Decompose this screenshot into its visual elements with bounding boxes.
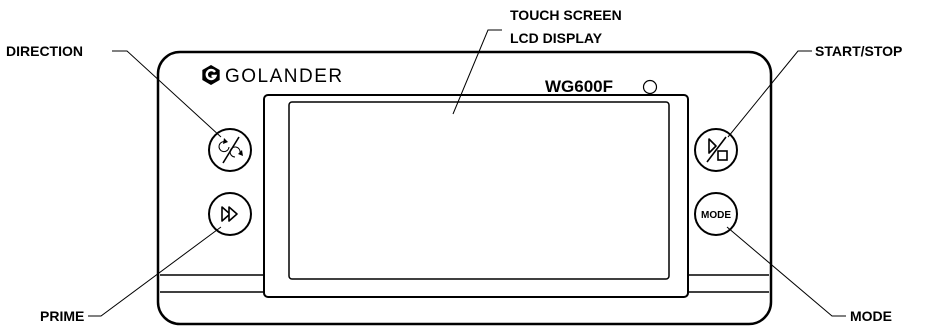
pump-front-panel-diagram: GOLANDER WG600F MODE DIRECTION PRIME TOU… <box>6 7 902 326</box>
mode-button-label: MODE <box>701 210 731 221</box>
indicator-led-icon <box>642 79 658 95</box>
callout-start-stop-label: START/STOP <box>815 43 902 59</box>
model-label: WG600F <box>545 77 613 96</box>
lcd-display[interactable] <box>263 94 689 298</box>
callout-touch-screen-line1: TOUCH SCREEN <box>510 7 622 23</box>
brand-name: GOLANDER <box>225 66 344 87</box>
lcd-screen-area[interactable] <box>288 101 670 280</box>
callout-mode-label: MODE <box>850 308 892 324</box>
callout-touch-screen-line2: LCD DISPLAY <box>510 30 603 46</box>
direction-button[interactable] <box>208 128 252 172</box>
start-stop-button[interactable] <box>694 128 738 172</box>
mode-button[interactable]: MODE <box>694 192 738 236</box>
callout-direction-label: DIRECTION <box>6 43 83 59</box>
prime-button[interactable] <box>208 192 252 236</box>
callout-prime-label: PRIME <box>40 308 84 324</box>
